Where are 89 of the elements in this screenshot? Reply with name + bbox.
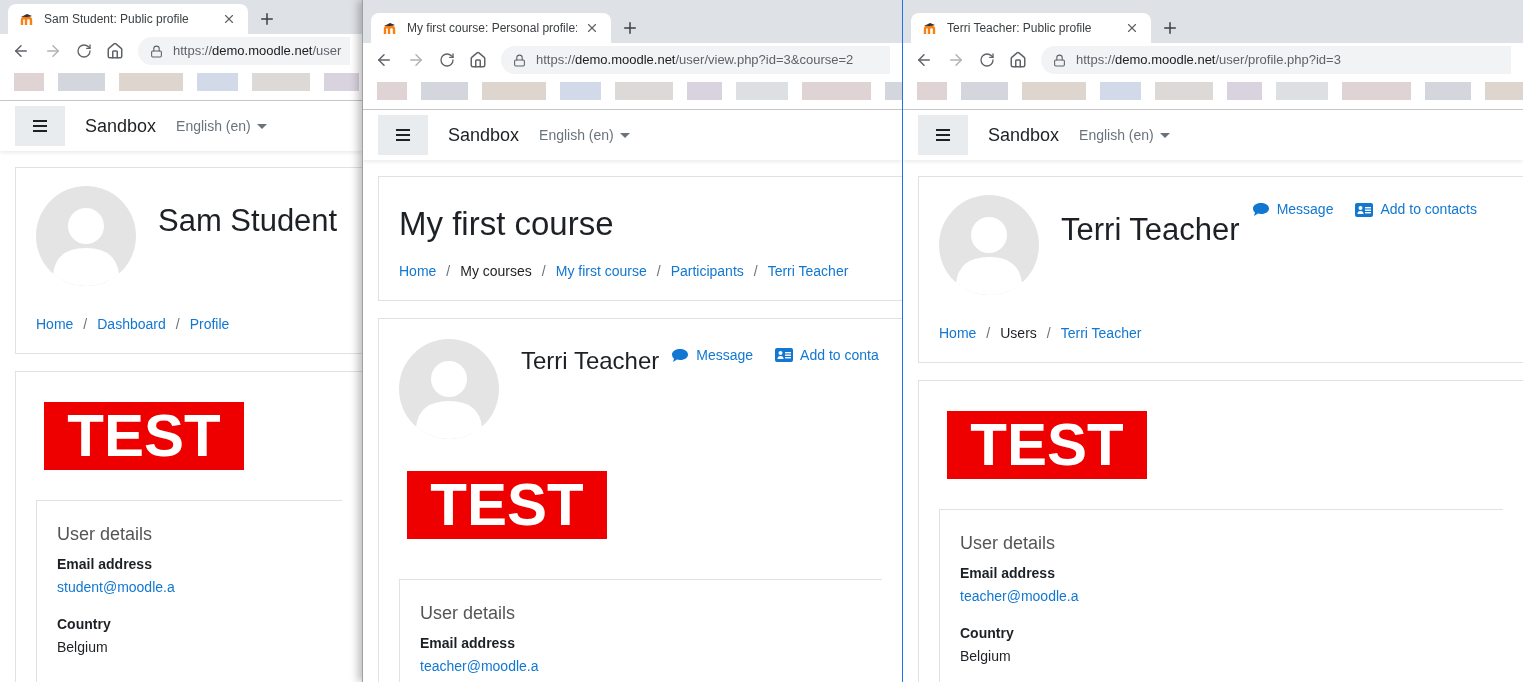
caret-icon	[256, 123, 267, 129]
profile-action-link[interactable]: Add to contacts	[1355, 199, 1477, 220]
reload-icon[interactable]	[439, 52, 455, 68]
breadcrumb-separator: /	[656, 261, 661, 281]
site-name[interactable]: Sandbox	[448, 121, 520, 149]
section-title: User details	[57, 523, 154, 546]
field-label: Country	[960, 624, 1015, 643]
field-value-link[interactable]: teacher@moodle.a	[960, 586, 1483, 607]
reload-icon[interactable]	[979, 52, 995, 68]
page-title: Sam Student	[158, 202, 338, 240]
address-bar[interactable]: https://demo.moodle.net/user/view.php?id=3&course=2	[501, 46, 890, 74]
browser-tab[interactable]: My first course: Personal profile:	[371, 13, 611, 43]
breadcrumb-text: Users	[1000, 324, 1037, 343]
avatar-silhouette-icon	[399, 338, 499, 439]
url-text: https://demo.moodle.net/user/profile.php?id=3	[1076, 51, 1341, 70]
lock-icon	[513, 53, 526, 67]
field-label: Email address	[57, 555, 153, 574]
breadcrumb-separator: /	[541, 261, 546, 281]
close-icon[interactable]	[1125, 21, 1139, 35]
site-name[interactable]: Sandbox	[988, 121, 1060, 149]
breadcrumb-link[interactable]: Home	[399, 260, 437, 282]
page-title: Terri Teacher	[1061, 211, 1240, 249]
home-icon[interactable]	[469, 51, 487, 69]
profile-name: Terri Teacher	[521, 345, 660, 376]
avatar-silhouette-icon	[939, 195, 1039, 295]
breadcrumb-link[interactable]: Profile	[189, 314, 230, 335]
test-banner: TEST	[407, 470, 607, 539]
language-menu[interactable]: English (en)	[539, 124, 630, 146]
home-icon[interactable]	[106, 42, 124, 60]
menu-button[interactable]	[15, 106, 65, 146]
language-menu[interactable]: English (en)	[176, 115, 267, 137]
new-tab-icon[interactable]	[621, 19, 639, 37]
profile-action-link[interactable]: Message	[671, 344, 754, 366]
url-text: https://demo.moodle.net/user/view.php?id=3&course=2	[536, 51, 854, 70]
new-tab-icon[interactable]	[1161, 19, 1179, 37]
breadcrumb-separator: /	[753, 261, 758, 281]
menu-icon	[396, 129, 410, 141]
section-title: User details	[420, 601, 517, 625]
section-title: User details	[960, 532, 1057, 555]
speech-bubble-icon	[671, 347, 690, 363]
lock-icon	[150, 44, 163, 58]
breadcrumb-separator: /	[83, 315, 88, 334]
speech-bubble-icon	[1251, 202, 1270, 217]
address-bar[interactable]: https://demo.moodle.net/user	[138, 37, 350, 65]
breadcrumb-link[interactable]: Terri Teacher	[767, 260, 849, 282]
test-banner: TEST	[947, 411, 1147, 479]
profile-action-link[interactable]: Message	[1251, 199, 1334, 220]
breadcrumb-link[interactable]: Dashboard	[97, 314, 166, 335]
breadcrumb-link[interactable]: Participants	[670, 260, 744, 282]
page-title: My first course	[399, 204, 615, 244]
new-tab-icon[interactable]	[258, 10, 276, 28]
lock-icon	[1053, 53, 1066, 67]
caret-icon	[619, 132, 630, 138]
close-icon[interactable]	[222, 12, 236, 26]
breadcrumb-separator: /	[986, 324, 991, 343]
field-value: Belgium	[960, 647, 1012, 666]
field-value-link[interactable]: student@moodle.a	[57, 577, 322, 598]
menu-icon	[936, 129, 950, 141]
caret-icon	[1159, 132, 1170, 138]
language-menu[interactable]: English (en)	[1079, 124, 1170, 146]
profile-action-link[interactable]: Add to conta	[775, 344, 879, 366]
menu-button[interactable]	[918, 115, 968, 155]
home-icon[interactable]	[1009, 51, 1027, 69]
contact-card-icon	[775, 348, 794, 362]
menu-button[interactable]	[378, 115, 428, 155]
breadcrumb-link[interactable]: Home	[36, 314, 74, 335]
breadcrumb-separator: /	[1046, 324, 1051, 343]
test-banner: TEST	[44, 402, 244, 470]
breadcrumb-separator: /	[175, 315, 180, 334]
field-label: Email address	[420, 633, 516, 653]
menu-icon	[33, 120, 47, 132]
field-value-link[interactable]: teacher@moodle.a	[420, 655, 862, 677]
contact-card-icon	[1355, 202, 1374, 217]
breadcrumb-separator: /	[446, 261, 451, 281]
reload-icon[interactable]	[76, 43, 92, 59]
close-icon[interactable]	[585, 21, 599, 35]
breadcrumb-link[interactable]: My first course	[555, 260, 647, 282]
field-label: Country	[57, 615, 112, 634]
breadcrumb-link[interactable]: Terri Teacher	[1060, 323, 1142, 344]
field-label: Email address	[960, 564, 1056, 583]
address-bar[interactable]: https://demo.moodle.net/user/profile.php?id=3	[1041, 46, 1511, 74]
site-name[interactable]: Sandbox	[85, 112, 157, 140]
field-value: Belgium	[57, 638, 109, 657]
avatar-silhouette-icon	[36, 186, 136, 286]
url-text: https://demo.moodle.net/user	[173, 42, 342, 61]
breadcrumb-text: My courses	[460, 261, 532, 281]
browser-tab[interactable]: Terri Teacher: Public profile	[911, 13, 1151, 43]
browser-tab[interactable]: Sam Student: Public profile	[8, 4, 248, 34]
breadcrumb-link[interactable]: Home	[939, 323, 977, 344]
